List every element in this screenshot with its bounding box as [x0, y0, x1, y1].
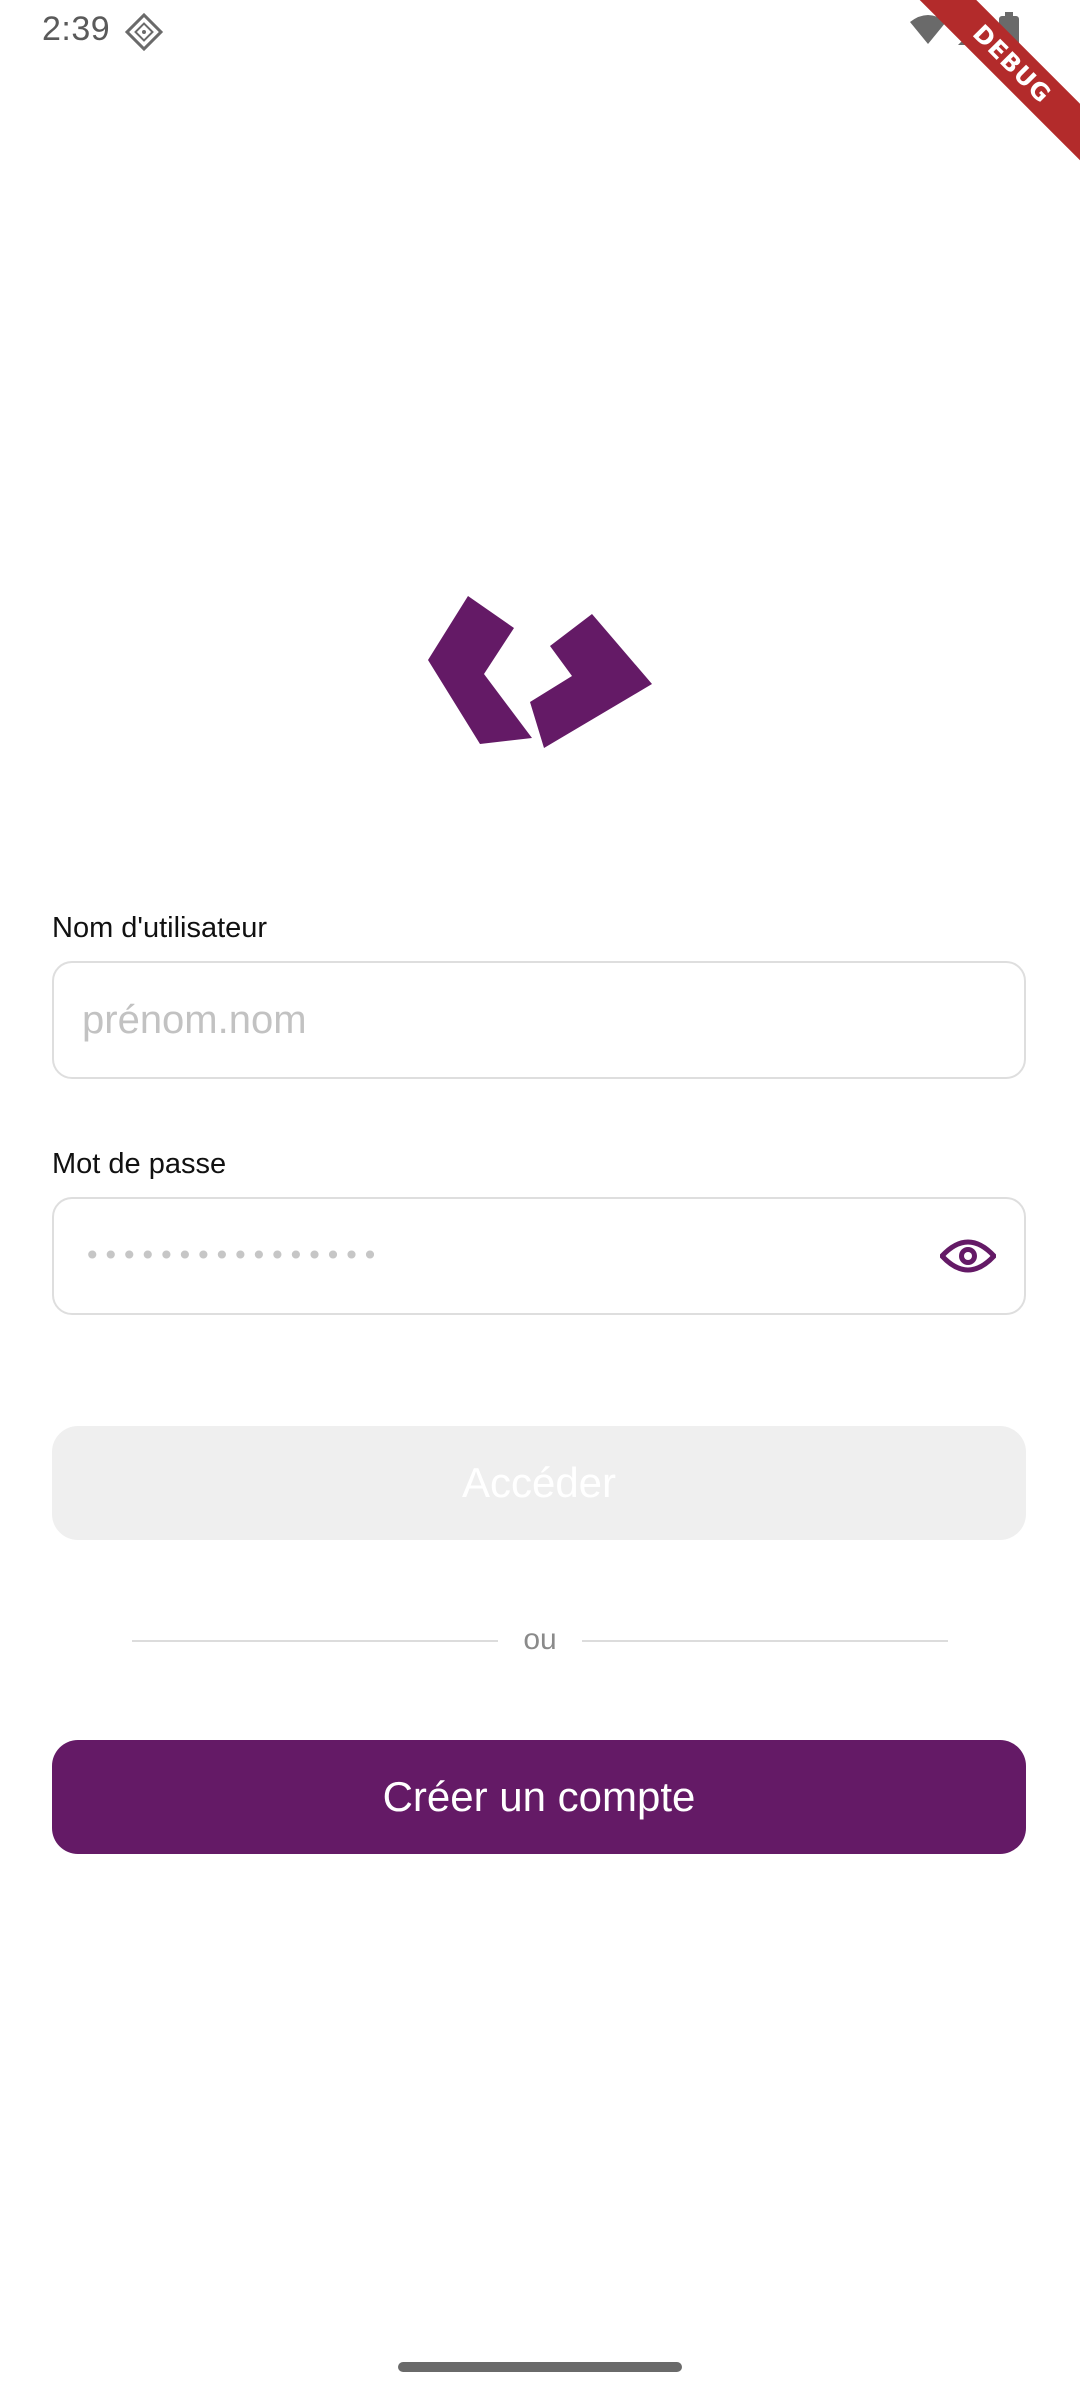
- cellular-signal-icon: [956, 13, 990, 47]
- status-bar: 2:39: [0, 0, 1080, 64]
- divider-label: ou: [523, 1623, 557, 1656]
- password-label: Mot de passe: [52, 1148, 227, 1180]
- or-divider: ou: [132, 1616, 948, 1664]
- app-notification-icon: [124, 12, 164, 52]
- username-label: Nom d'utilisateur: [52, 912, 268, 944]
- home-indicator[interactable]: [398, 2362, 682, 2372]
- divider-line-left: [132, 1640, 498, 1642]
- access-button[interactable]: Accéder: [52, 1426, 1026, 1540]
- username-field[interactable]: [52, 961, 1026, 1079]
- battery-icon: [998, 12, 1020, 48]
- username-input[interactable]: [82, 963, 962, 1077]
- status-icons: [908, 10, 1020, 50]
- eye-icon[interactable]: [938, 1232, 998, 1280]
- divider-line-right: [582, 1640, 948, 1642]
- wifi-icon: [908, 14, 948, 46]
- password-masked-value[interactable]: ••••••••••••••••: [84, 1199, 380, 1313]
- status-time: 2:39: [42, 10, 111, 48]
- password-field[interactable]: ••••••••••••••••: [52, 1197, 1026, 1315]
- create-account-button[interactable]: Créer un compte: [52, 1740, 1026, 1854]
- app-logo: [424, 596, 656, 748]
